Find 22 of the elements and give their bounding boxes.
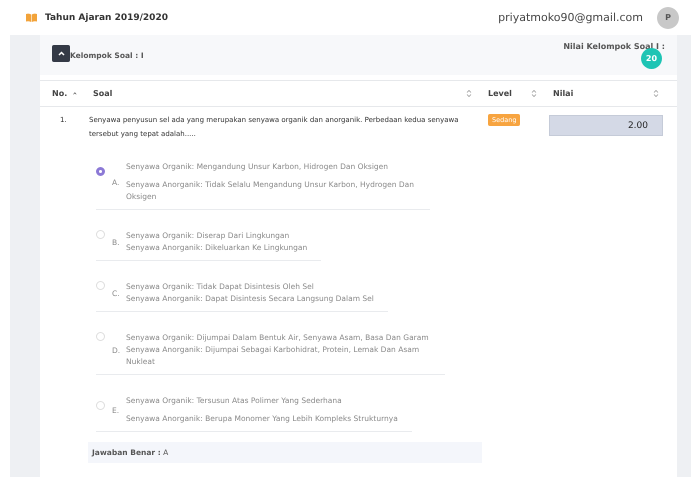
user-avatar[interactable]: P <box>657 6 679 28</box>
column-header[interactable]: Nilai <box>545 89 667 98</box>
academic-year: Tahun Ajaran 2019/2020 <box>45 12 169 22</box>
collapse-button[interactable] <box>52 45 70 62</box>
column-label: Nilai <box>553 89 574 98</box>
column-header[interactable]: No. <box>40 89 85 98</box>
radio-button[interactable] <box>96 167 105 176</box>
sort-icon[interactable] <box>653 89 659 98</box>
group-score-label: Nilai Kelompok Soal I : <box>563 42 665 51</box>
score-badge: 20 <box>641 48 662 69</box>
column-label: Soal <box>93 89 112 98</box>
score-field[interactable]: 2.00 <box>549 115 663 136</box>
user-email[interactable]: priyatmoko90@gmail.com <box>498 11 643 24</box>
column-label: Level <box>488 89 512 98</box>
sort-ascending-icon[interactable] <box>73 91 77 96</box>
sort-icon[interactable] <box>531 89 537 98</box>
book-icon <box>26 13 37 22</box>
column-label: No. <box>52 89 68 98</box>
column-header[interactable]: Level <box>480 89 545 98</box>
chevron-up-icon <box>58 51 64 56</box>
sort-icon[interactable] <box>466 89 472 98</box>
column-header[interactable]: Soal <box>85 89 480 98</box>
